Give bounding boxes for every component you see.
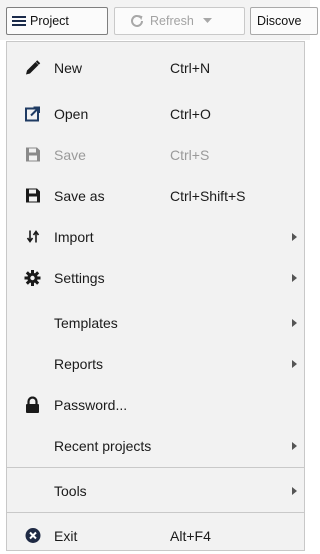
menu-item-label: Settings [54, 269, 105, 286]
import-arrows-icon [24, 228, 41, 245]
menu-item-tools[interactable]: Tools [7, 472, 304, 509]
menu-item-label: Save [54, 146, 86, 163]
chevron-right-icon [292, 318, 297, 327]
menu-item-import[interactable]: Import [7, 218, 304, 255]
menu-item-label: Reports [54, 355, 104, 372]
refresh-icon [129, 13, 145, 29]
project-menu-label: Project [30, 14, 69, 28]
hamburger-icon [12, 15, 26, 27]
lock-icon [24, 396, 41, 413]
menu-item-label: Open [54, 105, 89, 122]
menu-item-templates[interactable]: Templates [7, 304, 304, 341]
gear-icon [24, 269, 41, 286]
menu-item-shortcut: Ctrl+Shift+S [170, 187, 246, 204]
menu-separator [7, 467, 304, 468]
menu-item-label: Password... [54, 396, 128, 413]
refresh-button[interactable]: Refresh [114, 7, 245, 35]
chevron-right-icon [292, 232, 297, 241]
menu-item-label: Import [54, 228, 94, 245]
close-circle-icon [24, 527, 41, 544]
menu-item-label: Templates [54, 314, 118, 331]
floppy-disk-icon [24, 146, 41, 163]
menu-item-label: Exit [54, 527, 78, 544]
menu-item-save[interactable]: Save Ctrl+S [7, 136, 304, 173]
menu-item-open[interactable]: Open Ctrl+O [7, 95, 304, 132]
discover-label: Discove [257, 14, 302, 28]
project-menu-button[interactable]: Project [6, 7, 108, 35]
menu-item-save-as[interactable]: Save as Ctrl+Shift+S [7, 177, 304, 214]
menu-separator [7, 512, 304, 513]
menu-item-label: Save as [54, 187, 105, 204]
menu-item-password[interactable]: Password... [7, 386, 304, 423]
chevron-right-icon [292, 359, 297, 368]
chevron-down-icon[interactable] [202, 18, 212, 24]
menu-item-label: New [54, 59, 83, 76]
pencil-icon [24, 59, 41, 76]
chevron-right-icon [292, 441, 297, 450]
menu-item-shortcut: Ctrl+S [170, 146, 210, 163]
floppy-disk-icon [24, 187, 41, 204]
chevron-right-icon [292, 486, 297, 495]
chevron-right-icon [292, 273, 297, 282]
discover-button[interactable]: Discove [250, 7, 318, 35]
menu-item-recent-projects[interactable]: Recent projects [7, 427, 304, 464]
menu-item-shortcut: Ctrl+N [170, 59, 211, 76]
menu-item-exit[interactable]: Exit Alt+F4 [7, 517, 304, 554]
menu-item-reports[interactable]: Reports [7, 345, 304, 382]
menu-item-settings[interactable]: Settings [7, 259, 304, 296]
menu-item-label: Recent projects [54, 437, 152, 454]
menu-item-shortcut: Alt+F4 [170, 527, 211, 544]
toolbar: Project Refresh Discove [0, 0, 318, 40]
menu-item-shortcut: Ctrl+O [170, 105, 211, 122]
refresh-label: Refresh [150, 14, 194, 28]
menu-item-label: Tools [54, 482, 87, 499]
menu-item-new[interactable]: New Ctrl+N [7, 49, 304, 86]
project-dropdown-menu: New Ctrl+N Open Ctrl+O Save Ctrl+S Save … [6, 41, 305, 551]
open-external-icon [24, 105, 41, 122]
